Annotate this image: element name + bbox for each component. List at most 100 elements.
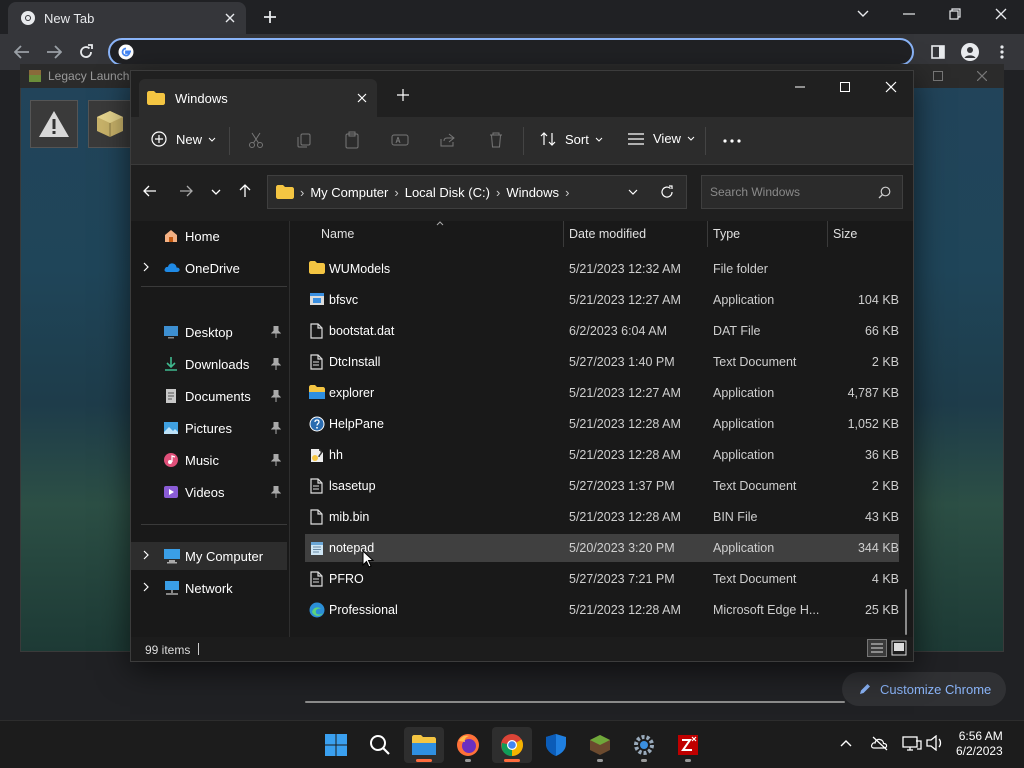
breadcrumb-local-disk[interactable]: Local Disk (C:)	[405, 185, 490, 200]
refresh-icon[interactable]	[660, 185, 674, 199]
forward-icon[interactable]	[40, 38, 68, 66]
file-row[interactable]: WUModels 5/21/2023 12:32 AM File folder	[305, 255, 899, 283]
file-row[interactable]: DtcInstall 5/27/2023 1:40 PM Text Document…	[305, 348, 899, 376]
taskbar-file-explorer[interactable]	[404, 727, 444, 763]
more-options-icon[interactable]	[723, 139, 741, 143]
column-header-size[interactable]: Size	[833, 227, 857, 241]
nav-item-onedrive[interactable]: OneDrive	[131, 254, 287, 282]
share-icon[interactable]	[439, 131, 457, 149]
column-divider[interactable]	[563, 221, 564, 247]
taskbar-settings[interactable]	[624, 727, 664, 763]
back-icon[interactable]	[143, 185, 157, 197]
pane-divider[interactable]	[289, 221, 290, 637]
breadcrumb-my-computer[interactable]: My Computer	[310, 185, 388, 200]
nav-item-network[interactable]: Network	[131, 574, 287, 602]
file-row[interactable]: PFRO 5/27/2023 7:21 PM Text Document 4 KB	[305, 565, 899, 593]
column-header-name[interactable]: Name	[321, 227, 354, 241]
file-row[interactable]: bootstat.dat 6/2/2023 6:04 AM DAT File 66 K…	[305, 317, 899, 345]
taskbar-defender[interactable]	[536, 727, 576, 763]
onedrive-tray-icon[interactable]	[870, 735, 890, 751]
file-row[interactable]: notepad 5/20/2023 3:20 PM Application 344 K…	[305, 534, 899, 562]
taskbar-minecraft-launcher[interactable]	[580, 727, 620, 763]
volume-icon[interactable]	[926, 735, 944, 751]
restore-icon[interactable]	[941, 0, 969, 28]
view-button[interactable]: View	[627, 131, 695, 146]
launcher-maximize-icon[interactable]	[924, 62, 952, 90]
tab-search-icon[interactable]	[849, 0, 877, 28]
chrome-tab-new-tab[interactable]: New Tab	[8, 2, 246, 34]
taskbar-clock[interactable]: 6:56 AM 6/2/2023	[956, 729, 1003, 759]
file-row[interactable]: HelpPane 5/21/2023 12:28 AM Application 1,0…	[305, 410, 899, 438]
minecraft-block-icon[interactable]	[88, 100, 132, 148]
nav-item-videos[interactable]: Videos	[131, 478, 287, 506]
chevron-right-icon[interactable]	[143, 582, 149, 592]
pin-icon[interactable]	[271, 486, 281, 498]
reload-icon[interactable]	[72, 38, 100, 66]
copy-icon[interactable]	[295, 131, 313, 149]
cut-icon[interactable]	[247, 131, 265, 149]
pin-icon[interactable]	[271, 326, 281, 338]
nav-item-downloads[interactable]: Downloads	[131, 350, 287, 378]
file-row[interactable]: mib.bin 5/21/2023 12:28 AM BIN File 43 KB	[305, 503, 899, 531]
search-button[interactable]	[360, 727, 400, 763]
file-row[interactable]: lsasetup 5/27/2023 1:37 PM Text Document 2 …	[305, 472, 899, 500]
start-button[interactable]	[316, 727, 356, 763]
recent-locations-icon[interactable]	[211, 189, 221, 195]
breadcrumb[interactable]: › My Computer › Local Disk (C:) › Window…	[267, 175, 687, 209]
close-tab-icon[interactable]	[218, 6, 242, 30]
column-divider[interactable]	[707, 221, 708, 247]
pin-icon[interactable]	[271, 358, 281, 370]
chevron-right-icon[interactable]	[143, 262, 149, 272]
file-row[interactable]: hh 5/21/2023 12:28 AM Application 36 KB	[305, 441, 899, 469]
pin-icon[interactable]	[271, 390, 281, 402]
nav-item-my-computer[interactable]: My Computer	[131, 542, 287, 570]
column-header-type[interactable]: Type	[713, 227, 740, 241]
taskbar-filezilla[interactable]	[668, 727, 708, 763]
network-tray-icon[interactable]	[902, 735, 922, 753]
column-header-date[interactable]: Date modified	[569, 227, 646, 241]
nav-item-home[interactable]: Home	[131, 222, 287, 250]
taskbar-chrome[interactable]	[492, 727, 532, 763]
close-window-icon[interactable]	[877, 73, 905, 101]
nav-item-desktop[interactable]: Desktop	[131, 318, 287, 346]
chevron-right-icon[interactable]	[143, 550, 149, 560]
address-bar[interactable]	[108, 38, 914, 66]
launcher-close-icon[interactable]	[968, 62, 996, 90]
file-row[interactable]: Professional 5/21/2023 12:28 AM Microsoft …	[305, 596, 899, 624]
column-divider[interactable]	[827, 221, 828, 247]
customize-chrome-button[interactable]: Customize Chrome	[842, 672, 1006, 706]
new-tab-button[interactable]	[256, 3, 284, 31]
back-icon[interactable]	[8, 38, 36, 66]
warning-icon[interactable]	[30, 100, 78, 148]
file-row[interactable]: bfsvc 5/21/2023 12:27 AM Application 104 KB	[305, 286, 899, 314]
rename-icon[interactable]	[391, 131, 409, 149]
paste-icon[interactable]	[343, 131, 361, 149]
tiles-view-icon[interactable]	[891, 640, 907, 656]
up-icon[interactable]	[239, 184, 251, 198]
file-row[interactable]: explorer 5/21/2023 12:27 AM Application 4,7…	[305, 379, 899, 407]
minimize-icon[interactable]	[895, 0, 923, 28]
pin-icon[interactable]	[271, 422, 281, 434]
new-button[interactable]: New	[151, 131, 216, 147]
search-input[interactable]: Search Windows	[701, 175, 903, 209]
new-tab-button[interactable]	[389, 81, 417, 109]
nav-item-music[interactable]: Music	[131, 446, 287, 474]
taskbar-firefox[interactable]	[448, 727, 488, 763]
details-view-icon[interactable]	[867, 639, 887, 657]
chevron-down-icon[interactable]	[628, 189, 638, 195]
minimize-icon[interactable]	[786, 73, 814, 101]
vertical-scrollbar[interactable]	[905, 589, 907, 635]
maximize-icon[interactable]	[831, 73, 859, 101]
sort-button[interactable]: Sort	[539, 131, 603, 147]
forward-icon[interactable]	[179, 185, 193, 197]
show-hidden-icons-icon[interactable]	[840, 739, 852, 747]
breadcrumb-windows[interactable]: Windows	[506, 185, 559, 200]
nav-item-documents[interactable]: Documents	[131, 382, 287, 410]
close-window-icon[interactable]	[987, 0, 1015, 28]
close-tab-icon[interactable]	[357, 93, 367, 103]
horizontal-scrollbar[interactable]	[305, 701, 845, 703]
explorer-tab-windows[interactable]: Windows	[139, 79, 377, 117]
nav-item-pictures[interactable]: Pictures	[131, 414, 287, 442]
pin-icon[interactable]	[271, 454, 281, 466]
delete-icon[interactable]	[487, 131, 505, 149]
